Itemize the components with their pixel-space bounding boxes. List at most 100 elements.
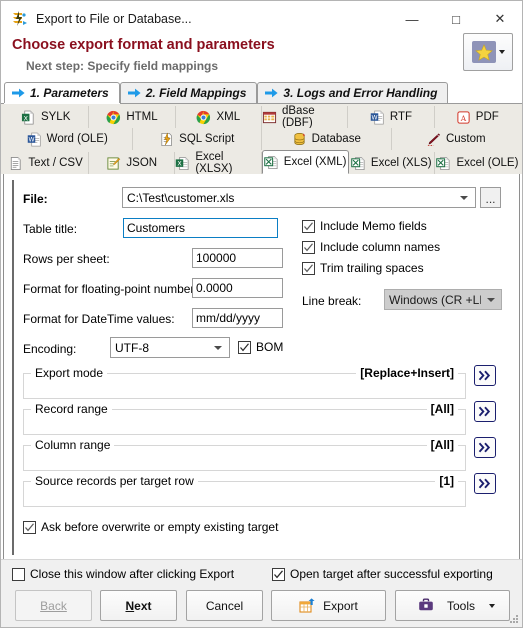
tab-logs-errors[interactable]: 3. Logs and Error Handling	[257, 82, 449, 103]
json-notepad-icon	[107, 156, 121, 170]
format-tab-pdf-label: PDF	[475, 111, 499, 123]
format-tab-excel-xml[interactable]: Excel (XML)	[261, 150, 349, 174]
checkbox-box[interactable]	[272, 567, 285, 581]
format-tab-rtf-label: RTF	[389, 111, 413, 123]
back-button-label: Back	[40, 598, 67, 613]
format-tab-sylk-label: SYLK	[40, 111, 71, 123]
checkbox-box[interactable]	[23, 520, 36, 534]
export-icon	[299, 597, 315, 613]
checkbox-box[interactable]	[238, 340, 251, 354]
chevron-down-icon[interactable]	[489, 603, 495, 608]
browse-button[interactable]: ...	[480, 187, 501, 208]
close-button[interactable]: ✕	[478, 1, 522, 37]
record-range-expand-button[interactable]	[474, 401, 496, 422]
table-title-input[interactable]	[123, 218, 278, 238]
svg-text:A: A	[460, 113, 467, 122]
tab-parameters-label: 1. Parameters	[30, 86, 109, 100]
double-chevron-right-icon	[478, 478, 491, 489]
float-format-input[interactable]	[192, 278, 283, 298]
chevron-down-icon[interactable]	[207, 345, 229, 350]
checkbox-box[interactable]	[302, 240, 315, 254]
checkbox-box[interactable]	[302, 219, 315, 233]
trim-spaces-label: Trim trailing spaces	[320, 261, 424, 275]
format-tab-database[interactable]: Database	[262, 128, 392, 150]
minimize-button[interactable]: —	[390, 1, 434, 37]
source-records-expand-button[interactable]	[474, 473, 496, 494]
rows-per-sheet-input[interactable]	[192, 248, 283, 268]
line-break-label: Line break:	[302, 294, 362, 308]
source-records-group: Source records per target row [1]	[23, 474, 466, 507]
export-mode-expand-button[interactable]	[474, 365, 496, 386]
tools-button[interactable]: Tools	[395, 590, 510, 621]
bom-checkbox[interactable]: BOM	[238, 340, 283, 354]
check-icon	[304, 263, 313, 272]
tab-parameters[interactable]: 1. Parameters	[4, 82, 120, 103]
favorites-button[interactable]	[463, 33, 513, 71]
dialog-footer: Close this window after clicking Export …	[1, 559, 522, 627]
format-tab-json[interactable]: JSON	[89, 152, 176, 174]
format-tab-dbase-label: dBase (DBF)	[281, 105, 315, 129]
table-title-label: Table title:	[23, 222, 78, 236]
export-mode-group: Export mode [Replace+Insert]	[23, 366, 466, 399]
chevron-down-icon[interactable]	[498, 50, 505, 54]
chevron-down-icon[interactable]	[481, 297, 501, 302]
format-tab-xml[interactable]: XML	[175, 106, 262, 128]
format-tab-pdf[interactable]: A PDF	[434, 106, 520, 128]
include-columns-checkbox[interactable]: Include column names	[302, 240, 440, 254]
include-memo-checkbox[interactable]: Include Memo fields	[302, 219, 427, 233]
format-tab-word-ole-label: Word (OLE)	[46, 133, 108, 145]
column-range-group: Column range [All]	[23, 438, 466, 471]
format-tab-rtf[interactable]: W RTF	[348, 106, 435, 128]
window-controls: — □ ✕	[390, 1, 522, 37]
chevron-down-icon[interactable]	[453, 195, 475, 200]
page-title: Choose export format and parameters	[12, 37, 275, 53]
checkbox-box[interactable]	[302, 261, 315, 275]
toolbox-icon	[419, 598, 433, 611]
database-icon	[294, 132, 305, 145]
double-chevron-right-icon	[478, 442, 491, 453]
format-tab-excel-xlsx[interactable]: X Excel (XLSX)	[175, 151, 262, 175]
next-button-label: ext	[134, 598, 152, 613]
encoding-label: Encoding:	[23, 342, 77, 356]
line-break-combo[interactable]: Windows (CR +LF)	[384, 289, 502, 310]
pencil-icon	[427, 132, 440, 146]
close-window-checkbox[interactable]: Close this window after clicking Export	[12, 567, 234, 581]
ask-overwrite-label: Ask before overwrite or empty existing t…	[41, 520, 279, 534]
trim-spaces-checkbox[interactable]: Trim trailing spaces	[302, 261, 424, 275]
cancel-button[interactable]: Cancel	[186, 590, 263, 621]
tab-field-mappings[interactable]: 2. Field Mappings	[119, 82, 258, 103]
format-row-2: W Word (OLE) SQL Script Database Custom	[3, 128, 520, 150]
format-tab-text-csv[interactable]: Text / CSV	[3, 152, 90, 174]
datetime-format-input[interactable]	[192, 308, 283, 328]
cancel-button-label: Cancel	[205, 598, 244, 613]
checkbox-box[interactable]	[12, 567, 25, 581]
open-target-checkbox[interactable]: Open target after successful exporting	[272, 567, 493, 581]
encoding-combo[interactable]: UTF-8	[110, 337, 230, 358]
maximize-button[interactable]: □	[434, 1, 478, 37]
next-button[interactable]: Next	[100, 590, 177, 621]
excel-xml-icon	[264, 155, 278, 169]
format-tab-custom[interactable]: Custom	[391, 128, 520, 150]
file-path-combo[interactable]: C:\Test\customer.xls	[122, 187, 476, 208]
format-tab-word-ole[interactable]: W Word (OLE)	[3, 128, 133, 150]
back-button[interactable]: Back	[15, 590, 92, 621]
format-tab-sql-script[interactable]: SQL Script	[132, 128, 262, 150]
resize-grip[interactable]	[510, 615, 519, 624]
float-format-label: Format for floating-point numbers:	[23, 282, 204, 296]
record-range-caption: Record range	[31, 402, 112, 416]
format-tab-dbase[interactable]: dBase (DBF)	[261, 105, 349, 129]
ask-overwrite-checkbox[interactable]: Ask before overwrite or empty existing t…	[23, 520, 278, 534]
format-row-1: X SYLK HTML XML dBase (DBF) W RTF A PDF	[3, 105, 520, 129]
chrome-icon	[106, 110, 121, 124]
include-memo-label: Include Memo fields	[320, 219, 427, 233]
export-button[interactable]: Export	[271, 590, 386, 621]
format-tab-sylk[interactable]: X SYLK	[3, 106, 90, 128]
format-tab-json-label: JSON	[126, 157, 158, 169]
format-tab-excel-xls[interactable]: Excel (XLS)	[348, 152, 435, 174]
format-tab-strip: X SYLK HTML XML dBase (DBF) W RTF A PDF …	[1, 104, 522, 175]
check-icon	[25, 522, 34, 531]
format-tab-html[interactable]: HTML	[89, 106, 176, 128]
chrome-icon	[197, 110, 211, 124]
column-range-expand-button[interactable]	[474, 437, 496, 458]
format-tab-excel-ole[interactable]: Excel (OLE)	[434, 152, 521, 174]
